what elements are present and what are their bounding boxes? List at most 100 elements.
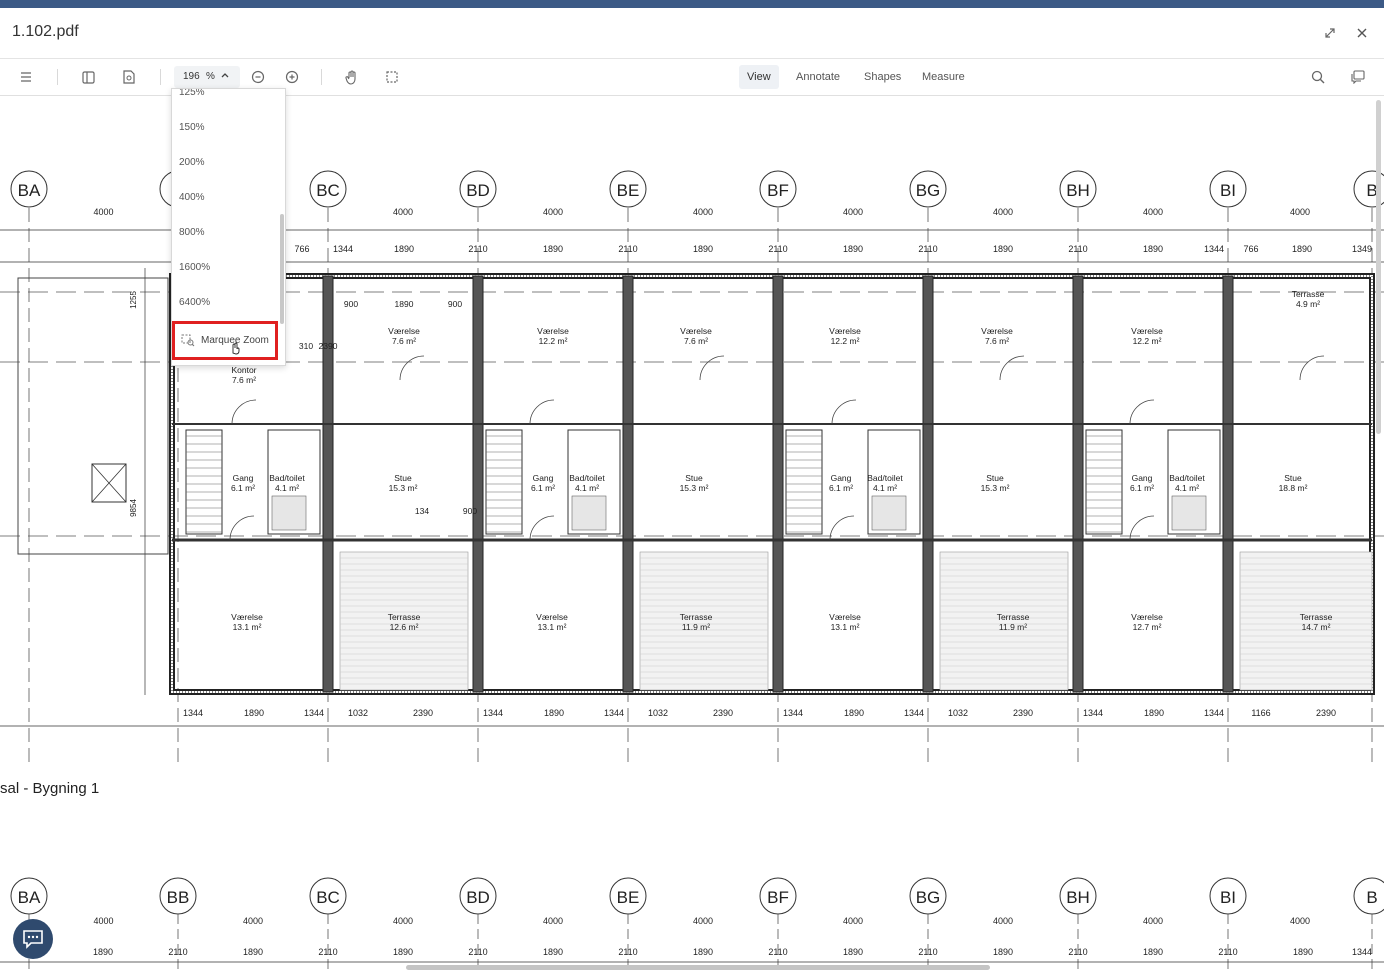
room-area: 4.9 m² [1296, 299, 1320, 309]
room-area: 11.9 m² [999, 622, 1027, 632]
wall-dimension: 2110 [468, 244, 487, 254]
marquee-zoom-icon [181, 334, 195, 347]
door-swing [1299, 355, 1325, 381]
bottom-dimension: 2390 [1013, 708, 1033, 718]
stair [1085, 429, 1123, 535]
marquee-select-icon[interactable] [380, 66, 404, 88]
menu-icon[interactable] [14, 66, 38, 88]
window-top-bar [0, 0, 1384, 8]
bottom-dimension: 1344 [783, 708, 803, 718]
shower [271, 495, 307, 531]
zoom-option-6400[interactable]: 6400% [179, 297, 210, 308]
chat-bubble-icon [23, 930, 43, 949]
wall-dimension-lower: 1890 [843, 947, 863, 957]
door-swing [1129, 515, 1155, 541]
marquee-zoom-option[interactable]: Marquee Zoom [172, 321, 278, 360]
wall-dimension: 2110 [618, 244, 637, 254]
grid-label-top: BI [1220, 181, 1236, 200]
room-name: Værelse [537, 326, 569, 336]
wall-dimension-lower: 2110 [468, 947, 487, 957]
party-wall [622, 275, 634, 693]
stairwell-outline [17, 277, 169, 555]
wall-dimension-lower: 2110 [318, 947, 337, 957]
room-name: Gang [831, 473, 852, 483]
grid-label-bottom: BB [167, 888, 190, 907]
party-wall [1072, 275, 1084, 693]
sidebar-toggle-icon[interactable] [76, 66, 100, 88]
chat-support-button[interactable] [13, 919, 53, 959]
horizontal-scrollbar[interactable] [406, 965, 990, 970]
minimize-icon[interactable] [1319, 22, 1341, 44]
zoom-option-150[interactable]: 150% [179, 122, 205, 133]
tab-view[interactable]: View [739, 65, 779, 89]
room-name: Værelse [536, 612, 568, 622]
room-area: 12.6 m² [390, 622, 419, 632]
wall-dimension: 1344 [333, 244, 353, 254]
bottom-dimension: 1166 [1251, 708, 1270, 718]
dropdown-scrollbar[interactable] [280, 214, 284, 324]
stair [785, 429, 823, 535]
stair [185, 429, 223, 535]
wall-dimension-lower: 2110 [1068, 947, 1087, 957]
chevron-up-icon[interactable] [220, 70, 230, 83]
wall-dimension-lower: 2110 [918, 947, 937, 957]
bay-dimension-bottom: 4000 [543, 916, 563, 926]
bay-dimension-top: 4000 [993, 207, 1013, 217]
toolbar-divider [321, 69, 322, 85]
search-icon[interactable] [1306, 66, 1330, 88]
zoom-in-icon[interactable] [280, 66, 304, 88]
grid-label-bottom: BH [1066, 888, 1090, 907]
grid-label-bottom: BD [466, 888, 490, 907]
sheet-title: sal - Bygning 1 [0, 780, 99, 797]
room-name: Gang [233, 473, 254, 483]
pan-hand-icon[interactable] [340, 66, 364, 88]
wall-dimension: 1890 [693, 244, 713, 254]
bottom-dimension: 1032 [648, 708, 668, 718]
wall-dimension: 1890 [1143, 244, 1163, 254]
zoom-select[interactable]: 196 % [174, 66, 240, 88]
room-area: 12.2 m² [831, 336, 860, 346]
zoom-option-125[interactable]: 125% [179, 89, 205, 98]
wall-dimension: 1344 [1204, 244, 1224, 254]
room-area: 14.7 m² [1302, 622, 1331, 632]
tab-shapes[interactable]: Shapes [856, 65, 909, 89]
zoom-out-icon[interactable] [246, 66, 270, 88]
wall-dimension-lower: 2110 [1218, 947, 1237, 957]
wall-dimension: 1890 [843, 244, 863, 254]
bottom-dimension: 1344 [183, 708, 203, 718]
vertical-scrollbar[interactable] [1376, 100, 1381, 434]
bay-dimension-top: 4000 [1143, 207, 1163, 217]
zoom-option-200[interactable]: 200% [179, 157, 205, 168]
room-name: Stue [685, 473, 703, 483]
zoom-option-1600[interactable]: 1600% [179, 262, 210, 273]
door-dimension: 134 [415, 506, 429, 516]
zoom-option-400[interactable]: 400% [179, 192, 205, 203]
room-area: 12.2 m² [1133, 336, 1162, 346]
tab-measure[interactable]: Measure [914, 65, 973, 89]
door-swing [999, 355, 1025, 381]
zoom-value[interactable]: 196 [183, 71, 200, 82]
close-icon[interactable] [1351, 22, 1373, 44]
zoom-option-800[interactable]: 800% [179, 227, 205, 238]
room-area: 4.1 m² [1175, 483, 1199, 493]
document-search-icon[interactable] [117, 66, 141, 88]
room-name: Bad/toilet [867, 473, 903, 483]
door-dimension: 310 [299, 341, 313, 351]
comments-icon[interactable] [1346, 66, 1370, 88]
bottom-dimension: 1344 [1204, 708, 1224, 718]
room-name: Værelse [1131, 326, 1163, 336]
room-area: 7.6 m² [232, 375, 256, 385]
tab-annotate[interactable]: Annotate [788, 65, 848, 89]
room-name: Terrasse [997, 612, 1030, 622]
room-area: 7.6 m² [392, 336, 416, 346]
wall-dimension: 1890 [394, 244, 414, 254]
wall-dimension-lower: 1890 [543, 947, 563, 957]
bay-dimension-top: 4000 [693, 207, 713, 217]
bottom-dimension: 2390 [1316, 708, 1336, 718]
zoom-unit: % [206, 71, 215, 82]
bay-dimension-bottom: 4000 [1143, 916, 1163, 926]
grid-label-top: BE [617, 181, 640, 200]
toolbar-divider [57, 69, 58, 85]
side-dimension: 1255 [129, 291, 138, 309]
room-area: 15.3 m² [680, 483, 709, 493]
